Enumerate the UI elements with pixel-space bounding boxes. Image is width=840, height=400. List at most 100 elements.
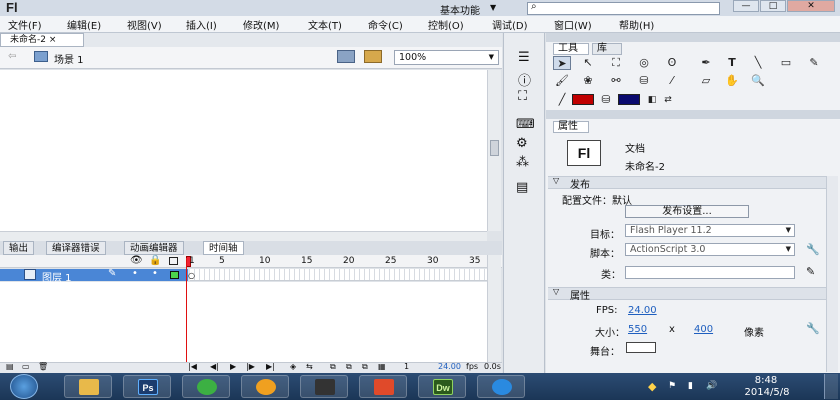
new-folder-icon[interactable]: ▭ — [22, 362, 30, 371]
tray-flag-icon[interactable]: ⚑ — [668, 381, 676, 391]
document-name[interactable]: 未命名-2 — [625, 158, 665, 173]
eraser-tool-icon[interactable]: ▱ — [697, 74, 715, 88]
onion-markers-icon[interactable]: ▦ — [378, 362, 386, 371]
new-layer-icon[interactable]: ▤ — [6, 362, 14, 371]
fill-color-swatch[interactable] — [618, 94, 640, 105]
code-snippets-icon[interactable]: ⌨ — [516, 117, 535, 132]
script-select[interactable]: ActionScript 3.0 ▼ — [625, 243, 795, 256]
center-frame-icon[interactable]: ◈ — [290, 362, 296, 371]
history-icon[interactable]: ▤ — [516, 180, 528, 195]
stage-canvas[interactable] — [0, 70, 487, 231]
width-value[interactable]: 550 — [628, 324, 647, 335]
taskbar-video[interactable] — [300, 375, 348, 398]
selection-tool-icon[interactable]: ➤ — [553, 56, 571, 70]
eyedropper-tool-icon[interactable]: ⁄ — [663, 74, 681, 88]
taskbar-dreamweaver[interactable]: Dw — [418, 375, 466, 398]
taskbar-ie[interactable] — [477, 375, 525, 398]
chevron-down-icon[interactable]: ▼ — [490, 3, 496, 12]
target-select[interactable]: Flash Player 11.2 ▼ — [625, 224, 795, 237]
workspace-switcher[interactable]: 基本功能 — [440, 2, 480, 17]
stroke-color-swatch[interactable] — [572, 94, 594, 105]
zoom-tool-icon[interactable]: 🔍 — [749, 74, 767, 88]
tab-tools[interactable]: 工具 — [553, 43, 589, 55]
timeline-scrollbar[interactable] — [487, 255, 501, 362]
minimize-button[interactable]: — — [733, 0, 759, 12]
paint-bucket-tool-icon[interactable]: ⛁ — [635, 74, 653, 88]
onion-skin-icon[interactable]: ⧉ — [330, 362, 336, 372]
step-back-icon[interactable]: ◀| — [210, 362, 219, 371]
pencil-icon[interactable]: ✎ — [806, 265, 815, 278]
swap-colors-icon[interactable]: ⇄ — [659, 93, 677, 107]
wrench-icon[interactable]: 🔧 — [806, 322, 820, 335]
back-arrow-icon[interactable]: ⇦ — [8, 51, 16, 62]
menu-debug[interactable]: 调试(D) — [492, 17, 528, 32]
tab-library[interactable]: 库 — [592, 43, 622, 55]
search-input[interactable]: ⌕ — [527, 1, 720, 15]
onion-outline-icon[interactable]: ⧉ — [346, 362, 352, 372]
visibility-dot-icon[interactable]: • — [132, 268, 138, 279]
text-tool-icon[interactable]: T — [723, 56, 741, 70]
show-desktop-button[interactable] — [824, 374, 838, 399]
menu-control[interactable]: 控制(O) — [428, 17, 464, 32]
edit-scene-icon[interactable] — [337, 50, 355, 63]
edit-multiple-icon[interactable]: ⧉ — [362, 362, 368, 372]
brush-tool-icon[interactable]: 🖌 — [553, 74, 571, 88]
zoom-select[interactable]: 100% ▼ — [394, 50, 499, 65]
play-icon[interactable]: ▶ — [230, 362, 236, 371]
menu-modify[interactable]: 修改(M) — [243, 17, 279, 32]
loop-icon[interactable]: ⇆ — [306, 362, 313, 371]
menu-view[interactable]: 视图(V) — [127, 17, 162, 32]
eye-icon[interactable]: 👁 — [130, 255, 143, 266]
tab-motion-editor[interactable]: 动画编辑器 — [124, 241, 184, 255]
align-panel-icon[interactable]: ☰ — [518, 50, 530, 65]
menu-file[interactable]: 文件(F) — [8, 17, 42, 32]
delete-layer-icon[interactable]: 🗑 — [38, 362, 48, 371]
tab-compiler-errors[interactable]: 编译器错误 — [46, 241, 106, 255]
maximize-button[interactable]: □ — [760, 0, 786, 12]
layer-color-swatch[interactable] — [170, 271, 179, 279]
wrench-icon[interactable]: 🔧 — [806, 243, 820, 256]
bone-tool-icon[interactable]: ⚯ — [607, 74, 625, 88]
publish-settings-button[interactable]: 发布设置... — [625, 205, 749, 218]
pencil-tool-icon[interactable]: ✎ — [805, 56, 823, 70]
menu-help[interactable]: 帮助(H) — [619, 17, 654, 32]
transform-panel-icon[interactable]: ⛶ — [518, 89, 527, 104]
free-transform-tool-icon[interactable]: ⛶ — [607, 56, 625, 70]
taskbar-photoshop[interactable]: Ps — [123, 375, 171, 398]
menu-window[interactable]: 窗口(W) — [554, 17, 592, 32]
tab-properties[interactable]: 属性 — [553, 121, 589, 133]
3d-rotation-tool-icon[interactable]: ◎ — [635, 56, 653, 70]
outline-icon[interactable] — [169, 257, 178, 265]
pencil-icon[interactable]: ✎ — [108, 268, 116, 279]
go-first-frame-icon[interactable]: |◀ — [188, 362, 197, 371]
close-button[interactable]: ✕ — [787, 0, 835, 12]
lasso-tool-icon[interactable]: ʘ — [663, 56, 681, 70]
go-last-frame-icon[interactable]: ▶| — [266, 362, 275, 371]
properties-scrollbar[interactable] — [826, 176, 838, 372]
lock-dot-icon[interactable]: • — [152, 268, 158, 279]
vertical-scrollbar[interactable] — [487, 70, 501, 231]
tray-icon[interactable]: ◆ — [648, 380, 656, 393]
info-panel-icon[interactable]: ⓘ — [518, 70, 531, 89]
keyframe-icon[interactable]: ○ — [188, 271, 195, 280]
taskbar-browser[interactable] — [182, 375, 230, 398]
menu-insert[interactable]: 插入(I) — [186, 17, 217, 32]
menu-edit[interactable]: 编辑(E) — [67, 17, 101, 32]
clock-time[interactable]: 8:48 — [744, 375, 788, 386]
start-button[interactable] — [10, 374, 38, 399]
menu-commands[interactable]: 命令(C) — [368, 17, 403, 32]
clock-date[interactable]: 2014/5/8 — [738, 387, 796, 398]
subselection-tool-icon[interactable]: ↖ — [579, 56, 597, 70]
network-icon[interactable]: ▮ — [688, 381, 693, 391]
height-value[interactable]: 400 — [694, 324, 713, 335]
components-icon[interactable]: ⚙ — [516, 136, 528, 151]
pen-tool-icon[interactable]: ✒ — [697, 56, 715, 70]
deco-tool-icon[interactable]: ❀ — [579, 74, 597, 88]
close-tab-icon[interactable]: × — [49, 35, 57, 45]
line-tool-icon[interactable]: ╲ — [749, 56, 767, 70]
motion-presets-icon[interactable]: ⁂ — [516, 155, 529, 170]
fps-value[interactable]: 24.00 — [628, 305, 657, 316]
stage-color-swatch[interactable] — [626, 342, 656, 353]
taskbar-media[interactable] — [241, 375, 289, 398]
taskbar-app[interactable] — [359, 375, 407, 398]
